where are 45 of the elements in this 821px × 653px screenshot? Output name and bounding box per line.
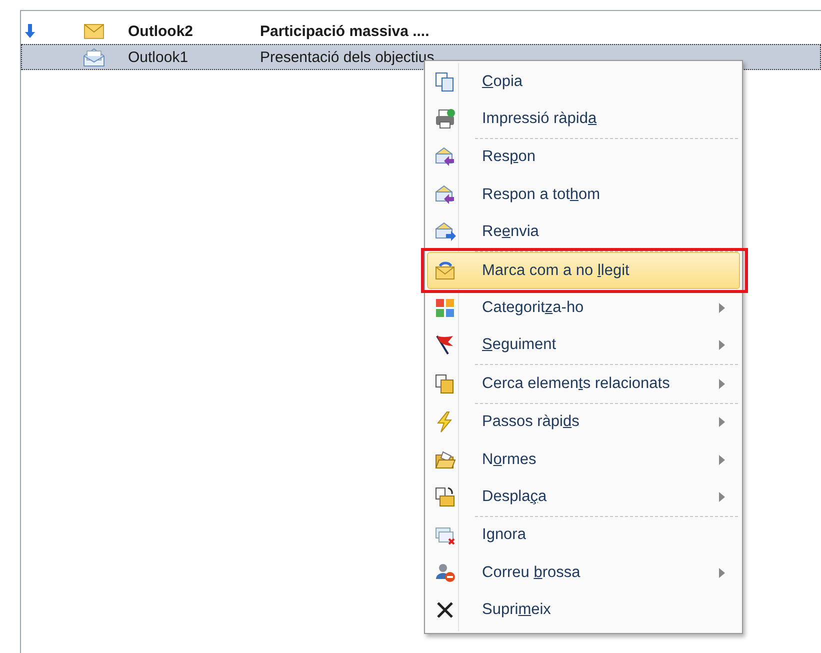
menu-item[interactable]: Reenvia: [427, 214, 740, 251]
menu-item-label: Categoritza-ho: [482, 299, 584, 318]
menu-item[interactable]: Respon: [427, 138, 740, 176]
menu-item-label: Seguiment: [482, 336, 556, 354]
sender-text: Outlook2: [127, 22, 194, 40]
printer-icon: [434, 108, 456, 130]
menu-item-label: Desplaça: [482, 488, 547, 506]
junk-icon: [434, 562, 456, 584]
menu-item[interactable]: Ignora: [427, 516, 740, 554]
menu-item-label: Suprimeix: [482, 601, 551, 620]
menu-item[interactable]: Normes: [427, 440, 740, 478]
menu-item[interactable]: Correu brossa: [427, 554, 740, 592]
reply-all-icon: [434, 184, 456, 206]
menu-item-label: Reenvia: [482, 223, 539, 242]
categories-icon: [434, 297, 456, 320]
menu-item-label: Correu brossa: [482, 564, 580, 582]
menu-item[interactable]: Seguiment: [427, 326, 740, 364]
copy-icon: [434, 70, 456, 93]
menu-item[interactable]: Passos ràpids: [427, 404, 740, 441]
move-icon: [434, 486, 456, 508]
menu-item[interactable]: Impressió ràpida: [427, 100, 740, 138]
flag-icon: [434, 334, 456, 356]
menu-item-label: Cerca elements relacionats: [482, 374, 670, 393]
menu-item-label: Passos ràpids: [482, 413, 580, 432]
menu-item[interactable]: Cerca elements relacionats: [427, 365, 740, 403]
envelope-icon: [434, 260, 456, 282]
subject-text: Participació massiva ....: [260, 22, 430, 40]
menu-item[interactable]: Categoritza-ho: [427, 289, 740, 327]
menu-item-label: Impressió ràpida: [482, 110, 597, 128]
menu-item[interactable]: Suprimeix: [427, 591, 740, 629]
menu-item-label: Normes: [482, 450, 536, 469]
folder-icon: [434, 448, 456, 471]
menu-item[interactable]: Respon a tothom: [427, 176, 740, 214]
menu-item-label: Copia: [482, 72, 523, 91]
sender-text: Outlook1: [127, 48, 190, 66]
forward-icon: [434, 221, 456, 244]
message-row[interactable]: Outlook2 Participació massiva ....: [21, 18, 821, 44]
menu-item-label: Respon: [482, 148, 536, 166]
menu-item-label: Respon a tothom: [482, 186, 600, 204]
reply-icon: [434, 146, 456, 168]
menu-item[interactable]: Desplaça: [427, 478, 740, 516]
documents-icon: [434, 372, 456, 395]
menu-item-label: Ignora: [482, 526, 526, 544]
menu-item-label: Marca com a no llegit: [482, 262, 630, 280]
subject-text: Presentació dels objectius: [260, 48, 434, 66]
